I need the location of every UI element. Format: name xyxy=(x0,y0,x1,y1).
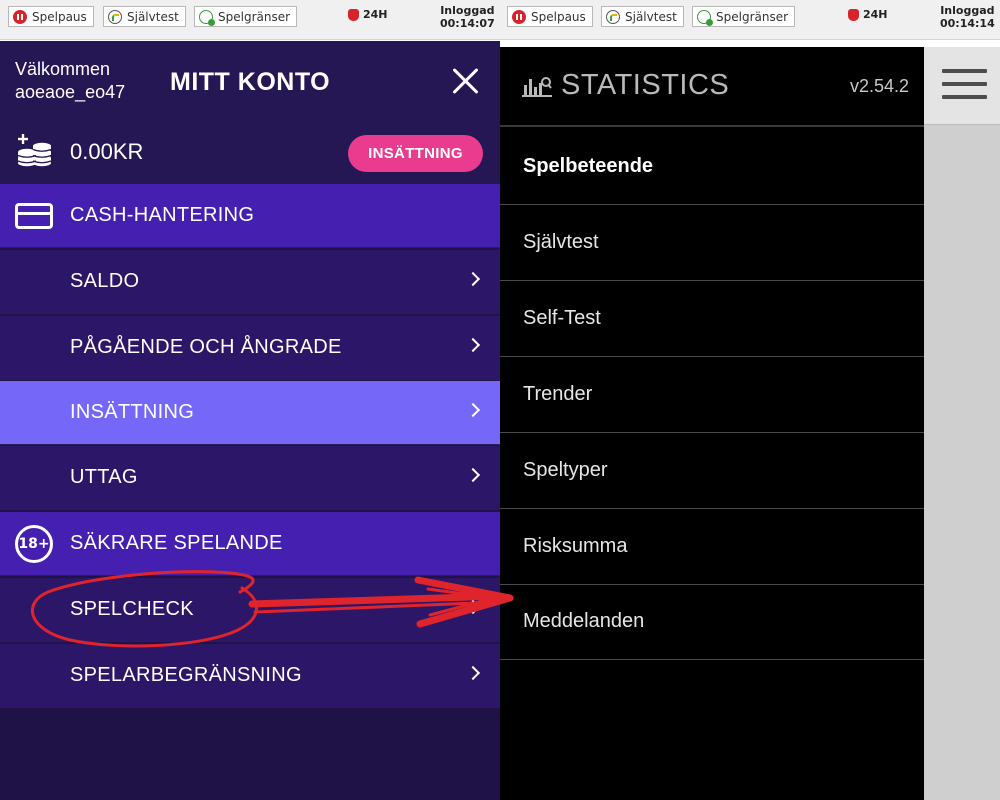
version-label: v2.54.2 xyxy=(849,76,909,96)
chevron-right-icon xyxy=(465,599,481,615)
statistics-header: STATISTICS v2.54.2 xyxy=(500,47,924,127)
stats-item-sjalvtest[interactable]: Självtest xyxy=(500,205,924,281)
hand-icon xyxy=(848,8,859,21)
hamburger-icon xyxy=(942,69,987,73)
menu-item-label: UTTAG xyxy=(70,466,138,488)
chevron-right-icon xyxy=(465,467,481,483)
welcome-text: Välkommen aoeaoe_eo47 xyxy=(15,58,125,104)
hamburger-menu-button[interactable] xyxy=(924,47,1000,125)
spelgranser-button[interactable]: Spelgränser xyxy=(692,6,796,27)
stats-item-self-test[interactable]: Self-Test xyxy=(500,281,924,357)
status-bar-right: Spelpaus Självtest Spelgränser 24H Inlog… xyxy=(500,0,1000,40)
login-label: Inloggad xyxy=(940,4,995,17)
24h-label: 24H xyxy=(863,8,888,21)
hand-icon xyxy=(348,8,359,21)
stats-item-meddelanden[interactable]: Meddelanden xyxy=(500,584,924,660)
chevron-right-icon xyxy=(465,402,481,418)
stats-item-risksumma[interactable]: Risksumma xyxy=(500,509,924,585)
menu-item-saldo[interactable]: SALDO xyxy=(0,250,500,314)
sjalvtest-button[interactable]: Självtest xyxy=(103,6,186,27)
stats-item-speltyper[interactable]: Speltyper xyxy=(500,433,924,509)
spelgranser-button[interactable]: Spelgränser xyxy=(194,6,298,27)
spelpaus-label: Spelpaus xyxy=(32,9,87,24)
pause-icon xyxy=(512,9,526,24)
gauge-icon xyxy=(606,9,620,24)
statistics-panel: STATISTICS v2.54.2 Spelbeteende Självtes… xyxy=(500,47,924,800)
chevron-right-icon xyxy=(465,665,481,681)
gauge-icon xyxy=(108,9,122,24)
account-header: Välkommen aoeaoe_eo47 MITT KONTO 0.00KR … xyxy=(0,41,500,184)
menu-item-label: SALDO xyxy=(70,270,140,292)
balance-amount: 0.00KR xyxy=(70,139,144,164)
spelpaus-button[interactable]: Spelpaus xyxy=(8,6,94,27)
menu-item-uttag[interactable]: UTTAG xyxy=(0,446,500,510)
stats-item-spelbeteende[interactable]: Spelbeteende xyxy=(500,129,924,205)
menu-item-insattning[interactable]: INSÄTTNING xyxy=(0,381,500,445)
spelgranser-label: Spelgränser xyxy=(716,9,789,24)
24h-badge[interactable]: 24H xyxy=(348,8,388,21)
spelpaus-button[interactable]: Spelpaus xyxy=(507,6,593,27)
chevron-right-icon xyxy=(465,337,481,353)
username: aoeaoe_eo47 xyxy=(15,82,126,102)
sjalvtest-label: Självtest xyxy=(625,9,677,24)
page-title: MITT KONTO xyxy=(170,68,331,96)
spelgranser-label: Spelgränser xyxy=(218,9,291,24)
login-label: Inloggad xyxy=(440,4,495,17)
24h-badge[interactable]: 24H xyxy=(848,8,888,21)
limit-icon xyxy=(199,9,215,26)
welcome-label: Välkommen xyxy=(15,59,111,79)
menu-item-label: PÅGÅENDE OCH ÅNGRADE xyxy=(70,336,342,358)
menu-item-spelcheck[interactable]: SPELCHECK xyxy=(0,578,500,642)
section-cash-hantering[interactable]: CASH-HANTERING xyxy=(0,184,500,248)
login-time: 00:14:07 xyxy=(440,17,495,30)
chevron-right-icon xyxy=(465,271,481,287)
coins-icon xyxy=(17,134,52,167)
pause-icon xyxy=(13,9,27,24)
credit-card-icon xyxy=(15,203,53,229)
close-icon[interactable] xyxy=(452,67,480,95)
hamburger-icon xyxy=(942,82,987,86)
spelpaus-label: Spelpaus xyxy=(531,9,586,24)
menu-item-label: SPELARBEGRÄNSNING xyxy=(70,664,302,686)
age-18-icon: 18+ xyxy=(15,525,53,563)
sjalvtest-button[interactable]: Självtest xyxy=(601,6,684,27)
section-sakrare-spelande[interactable]: 18+ SÄKRARE SPELANDE xyxy=(0,512,500,576)
background-page-strip xyxy=(924,47,1000,800)
login-timer: Inloggad 00:14:07 xyxy=(440,4,495,30)
stats-item-trender[interactable]: Trender xyxy=(500,357,924,433)
sjalvtest-label: Självtest xyxy=(127,9,179,24)
login-timer: Inloggad 00:14:14 xyxy=(940,4,995,30)
section-label: CASH-HANTERING xyxy=(70,204,255,226)
menu-item-pagaende-och-angrade[interactable]: PÅGÅENDE OCH ÅNGRADE xyxy=(0,316,500,380)
section-label: SÄKRARE SPELANDE xyxy=(70,532,283,554)
limit-icon xyxy=(697,9,713,26)
menu-item-label: SPELCHECK xyxy=(70,598,194,620)
menu-item-spelarbegransning[interactable]: SPELARBEGRÄNSNING xyxy=(0,644,500,708)
account-panel: Välkommen aoeaoe_eo47 MITT KONTO 0.00KR … xyxy=(0,41,500,800)
status-bar-left: Spelpaus Självtest Spelgränser 24H Inlog… xyxy=(0,0,500,40)
login-time: 00:14:14 xyxy=(940,17,995,30)
hamburger-icon xyxy=(942,95,987,99)
bar-chart-icon xyxy=(522,77,552,97)
menu-item-label: INSÄTTNING xyxy=(70,401,195,423)
24h-label: 24H xyxy=(363,8,388,21)
deposit-button[interactable]: INSÄTTNING xyxy=(348,135,483,172)
statistics-title: STATISTICS xyxy=(561,69,730,101)
